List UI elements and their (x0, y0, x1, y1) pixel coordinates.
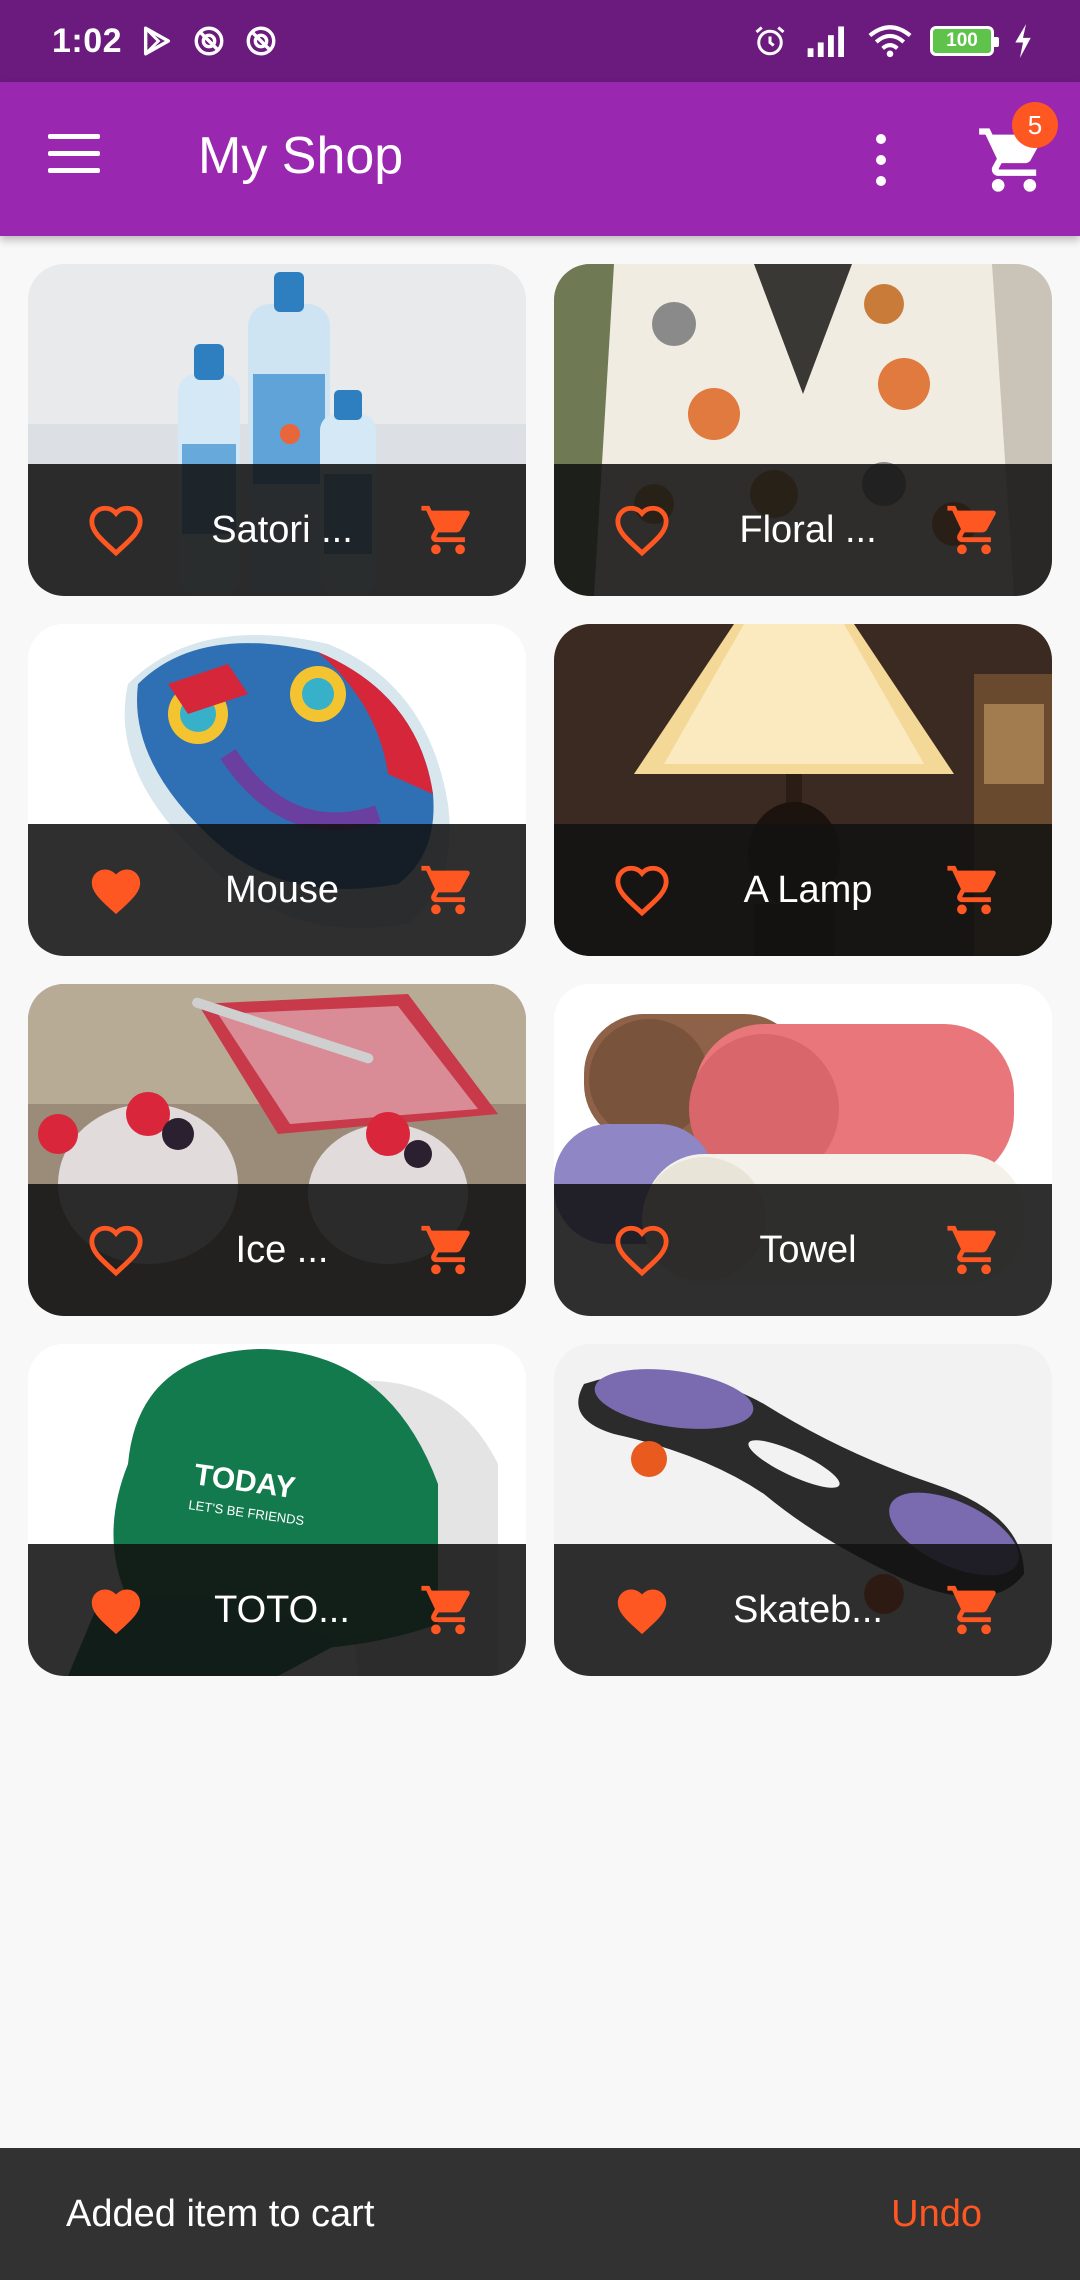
status-bar: 1:02 100 (0, 0, 1080, 82)
add-to-cart-icon[interactable] (418, 1222, 478, 1278)
card-footer: Floral ... (554, 464, 1052, 596)
add-to-cart-icon[interactable] (944, 502, 1004, 558)
product-card[interactable]: TODAY LET'S BE FRIENDS TOTO... (28, 1344, 526, 1676)
product-card[interactable]: Satori ... (28, 264, 526, 596)
add-to-cart-icon[interactable] (944, 1222, 1004, 1278)
menu-icon[interactable] (48, 134, 104, 184)
product-title: Towel (759, 1228, 857, 1271)
card-footer: Satori ... (28, 464, 526, 596)
wifi-icon (868, 24, 912, 58)
product-title: Skateb... (733, 1588, 883, 1631)
product-card[interactable]: Towel (554, 984, 1052, 1316)
favorite-border-icon[interactable] (86, 1222, 146, 1278)
favorite-border-icon[interactable] (612, 862, 672, 918)
product-title: Ice ... (235, 1228, 329, 1271)
favorite-icon[interactable] (86, 1582, 146, 1638)
card-footer: TOTO... (28, 1544, 526, 1676)
status-time: 1:02 (52, 21, 123, 60)
product-title: TOTO... (214, 1588, 350, 1631)
product-card[interactable]: Ice ... (28, 984, 526, 1316)
product-card[interactable]: Floral ... (554, 264, 1052, 596)
add-to-cart-icon[interactable] (418, 1582, 478, 1638)
charging-icon (1012, 24, 1034, 58)
cart-count-badge: 5 (1012, 102, 1058, 148)
add-to-cart-icon[interactable] (418, 862, 478, 918)
favorite-border-icon[interactable] (612, 1222, 672, 1278)
card-footer: A Lamp (554, 824, 1052, 956)
alarm-icon (752, 23, 788, 59)
more-vert-icon[interactable] (866, 134, 896, 186)
favorite-icon[interactable] (612, 1582, 672, 1638)
snackbar-message: Added item to cart (66, 2192, 375, 2235)
product-title: Floral ... (739, 508, 877, 551)
vpn-icon (244, 24, 278, 58)
product-title: Mouse (224, 868, 340, 911)
card-footer: Skateb... (554, 1544, 1052, 1676)
product-title: A Lamp (743, 868, 873, 911)
favorite-icon[interactable] (86, 862, 146, 918)
product-card[interactable]: A Lamp (554, 624, 1052, 956)
product-grid: Satori ... Floral ... Mouse A Lamp Ice .… (28, 264, 1052, 1676)
favorite-border-icon[interactable] (612, 502, 672, 558)
status-left: 1:02 (52, 22, 278, 61)
product-card[interactable]: Skateb... (554, 1344, 1052, 1676)
undo-button[interactable]: Undo (891, 2193, 982, 2236)
snackbar: Added item to cart Undo (0, 2148, 1080, 2280)
add-to-cart-icon[interactable] (418, 502, 478, 558)
product-card[interactable]: Mouse (28, 624, 526, 956)
add-to-cart-icon[interactable] (944, 862, 1004, 918)
battery-icon: 100 (930, 26, 999, 56)
favorite-border-icon[interactable] (86, 502, 146, 558)
card-footer: Ice ... (28, 1184, 526, 1316)
page-title: My Shop (198, 127, 404, 185)
signal-icon (806, 25, 850, 57)
product-title: Satori ... (211, 508, 353, 551)
screen: 1:02 100 My Shop 5 Satori ... Floral ...… (0, 0, 1080, 2280)
vpn-icon (192, 24, 226, 58)
card-footer: Mouse (28, 824, 526, 956)
status-right: 100 (752, 23, 1034, 59)
play-store-icon (140, 24, 174, 58)
card-footer: Towel (554, 1184, 1052, 1316)
app-bar: My Shop (0, 82, 1080, 236)
add-to-cart-icon[interactable] (944, 1582, 1004, 1638)
